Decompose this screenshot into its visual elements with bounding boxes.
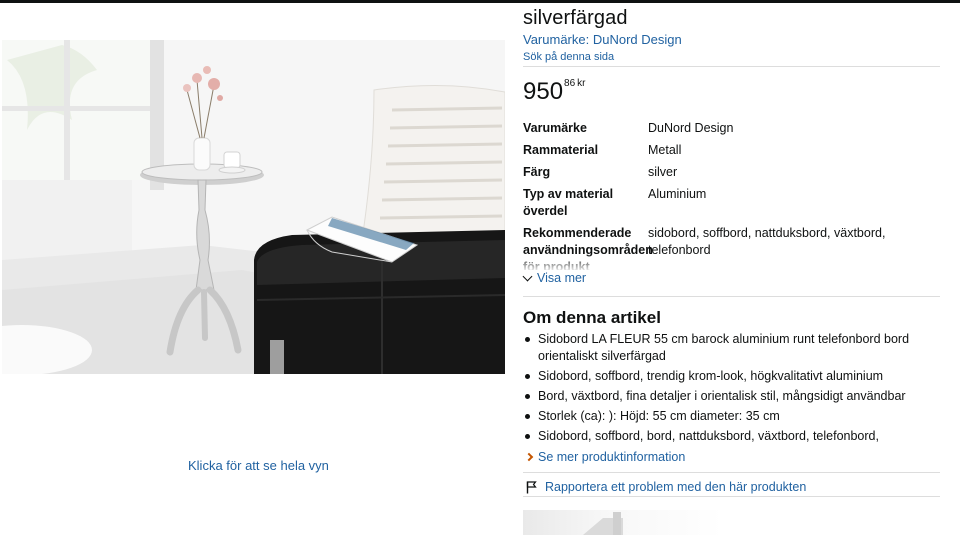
divider bbox=[523, 296, 940, 297]
list-item: Sidobord, soffbord, trendig krom-look, h… bbox=[523, 368, 940, 385]
spec-row: Typ av material överdel Aluminium bbox=[523, 186, 940, 220]
spec-value: Aluminium bbox=[648, 187, 707, 201]
product-specs-table: Varumärke DuNord Design Rammaterial Meta… bbox=[523, 120, 940, 270]
chevron-right-icon bbox=[524, 452, 534, 462]
divider bbox=[523, 66, 940, 67]
flag-icon bbox=[526, 480, 537, 493]
price-fraction: 86 bbox=[564, 78, 576, 89]
product-image[interactable] bbox=[2, 40, 505, 374]
spec-row: Färg silver bbox=[523, 164, 940, 181]
specs-fade bbox=[523, 254, 940, 272]
search-page-link[interactable]: Sök på denna sida bbox=[523, 51, 614, 63]
price-whole: 950 bbox=[523, 78, 564, 105]
report-label: Rapportera ett problem med den här produ… bbox=[545, 480, 807, 494]
price: 95086 kr bbox=[523, 78, 586, 106]
about-heading: Om denna artikel bbox=[523, 308, 661, 327]
spec-row: Varumärke DuNord Design bbox=[523, 120, 940, 137]
report-problem-link[interactable]: Rapportera ett problem med den här produ… bbox=[526, 480, 806, 494]
spec-key: Varumärke bbox=[523, 121, 587, 135]
spec-value: DuNord Design bbox=[648, 121, 734, 135]
list-item: Bord, växtbord, fina detaljer i oriental… bbox=[523, 388, 940, 405]
about-bullets: Sidobord LA FLEUR 55 cm barock aluminium… bbox=[523, 331, 940, 448]
show-more-button[interactable]: Visa mer bbox=[522, 271, 587, 285]
related-item-thumbnail[interactable] bbox=[523, 510, 723, 535]
brand-link[interactable]: Varumärke: DuNord Design bbox=[523, 32, 682, 47]
see-more-product-info-link[interactable]: Se mer produktinformation bbox=[524, 450, 686, 464]
spec-row: Rammaterial Metall bbox=[523, 142, 940, 159]
top-bar bbox=[0, 0, 960, 3]
view-full-image-link[interactable]: Klicka för att se hela vyn bbox=[188, 458, 329, 473]
spec-value: silver bbox=[648, 165, 678, 179]
divider bbox=[523, 472, 940, 473]
price-currency: kr bbox=[577, 78, 586, 89]
see-more-label: Se mer produktinformation bbox=[538, 450, 686, 464]
list-item: Sidobord, soffbord, bord, nattduksbord, … bbox=[523, 428, 940, 445]
product-title: silverfärgad bbox=[523, 7, 628, 29]
spec-key: Färg bbox=[523, 165, 551, 179]
list-item: Storlek (ca): ): Höjd: 55 cm diameter: 3… bbox=[523, 408, 940, 425]
chevron-down-icon bbox=[522, 271, 533, 281]
spec-key: Rammaterial bbox=[523, 143, 599, 157]
divider bbox=[523, 496, 940, 497]
list-item: Sidobord LA FLEUR 55 cm barock aluminium… bbox=[523, 331, 940, 365]
spec-key: Typ av material överdel bbox=[523, 187, 614, 218]
spec-value: Metall bbox=[648, 143, 682, 157]
show-more-label: Visa mer bbox=[537, 271, 587, 285]
